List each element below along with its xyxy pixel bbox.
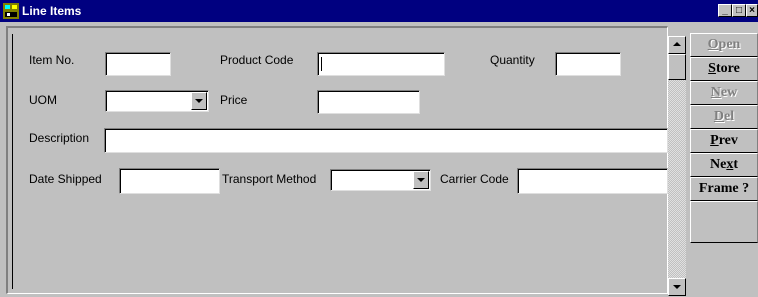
- open-button-access-key: O: [707, 37, 719, 52]
- frame-button-label-pre: Frame ?: [698, 181, 750, 196]
- date-shipped-field[interactable]: [119, 168, 220, 194]
- transport-method-label: Transport Method: [222, 172, 317, 186]
- prev-button-label-post: rev: [718, 133, 738, 148]
- maximize-button[interactable]: □: [732, 4, 746, 17]
- description-field[interactable]: [104, 128, 668, 153]
- next-button-label-post: t: [733, 157, 738, 172]
- store-button-label-post: tore: [715, 61, 740, 76]
- del-button-access-key: D: [713, 109, 724, 124]
- next-button[interactable]: Next: [690, 153, 758, 177]
- close-button[interactable]: ×: [746, 4, 758, 17]
- chevron-down-icon[interactable]: [413, 171, 429, 189]
- new-button[interactable]: New: [690, 81, 758, 105]
- quantity-label: Quantity: [490, 53, 535, 67]
- open-button[interactable]: Open: [690, 33, 758, 57]
- chevron-down-icon[interactable]: [191, 92, 207, 110]
- minimize-button[interactable]: _: [718, 4, 732, 17]
- price-label: Price: [220, 93, 248, 107]
- scroll-thumb[interactable]: [668, 54, 686, 80]
- item-no-label: Item No.: [29, 53, 75, 67]
- item-no-field[interactable]: [105, 52, 171, 76]
- uom-select[interactable]: [105, 90, 209, 112]
- open-button-label-post: pen: [718, 37, 741, 52]
- action-button-column: Open Store New Del Prev Next Frame ?: [690, 33, 758, 297]
- vertical-scrollbar[interactable]: [668, 36, 686, 296]
- carrier-code-label: Carrier Code: [440, 172, 509, 186]
- description-label: Description: [29, 131, 90, 145]
- scroll-down-icon[interactable]: [668, 278, 686, 296]
- prev-button[interactable]: Prev: [690, 129, 758, 153]
- store-button-access-key: S: [708, 61, 716, 76]
- product-code-label: Product Code: [220, 53, 294, 67]
- next-button-label-pre: Ne: [710, 157, 727, 172]
- window-title: Line Items: [22, 4, 82, 18]
- maximize-icon: □: [735, 5, 743, 16]
- carrier-code-field[interactable]: [517, 168, 668, 194]
- store-button[interactable]: Store: [690, 57, 758, 81]
- prev-button-access-key: P: [710, 133, 719, 148]
- transport-method-select[interactable]: [330, 169, 431, 191]
- text-caret: [321, 57, 322, 71]
- frame-button[interactable]: Frame ?: [690, 177, 758, 201]
- del-button-label-post: el: [724, 109, 735, 124]
- new-button-label-post: ew: [720, 85, 738, 100]
- price-field[interactable]: [317, 90, 420, 114]
- product-code-field[interactable]: [317, 52, 445, 76]
- scroll-up-icon[interactable]: [668, 36, 686, 54]
- minimize-icon: _: [722, 5, 728, 16]
- del-button[interactable]: Del: [690, 105, 758, 129]
- close-icon: ×: [749, 5, 755, 16]
- title-bar[interactable]: Line Items _ □ ×: [0, 0, 758, 22]
- date-shipped-label: Date Shipped: [29, 172, 102, 186]
- new-button-access-key: N: [710, 85, 721, 100]
- quantity-field[interactable]: [555, 52, 621, 76]
- blank-button[interactable]: [690, 201, 758, 243]
- panel-edge: [12, 34, 13, 289]
- uom-label: UOM: [29, 93, 57, 107]
- app-icon: [3, 3, 19, 19]
